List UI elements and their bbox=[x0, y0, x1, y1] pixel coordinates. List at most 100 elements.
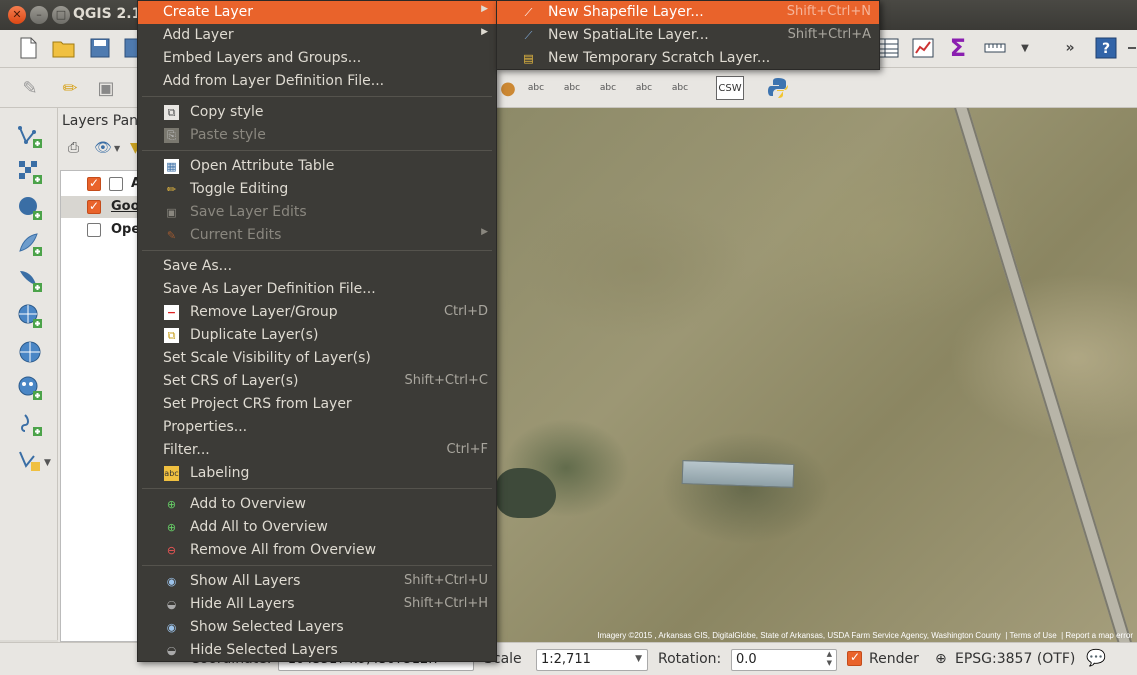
menu-item-save-as[interactable]: Save As... bbox=[138, 255, 496, 278]
menu-item-set-scale-visibility[interactable]: Set Scale Visibility of Layer(s) bbox=[138, 347, 496, 370]
csw-icon[interactable]: CSW bbox=[716, 76, 744, 100]
layer-visibility-checkbox[interactable] bbox=[87, 176, 101, 191]
menu-item-label: Set Scale Visibility of Layer(s) bbox=[163, 350, 371, 366]
menu-item-label: Filter... bbox=[163, 442, 210, 458]
minimize-window-button[interactable]: – bbox=[30, 6, 48, 24]
digitize-icon[interactable]: ✎ bbox=[18, 76, 42, 100]
layer-visibility-checkbox[interactable] bbox=[87, 199, 101, 214]
add-group-icon[interactable]: ⎙ bbox=[68, 140, 79, 156]
label-abc-icon-4[interactable]: abc bbox=[632, 76, 656, 100]
label-tool-icon[interactable]: ● bbox=[496, 76, 520, 100]
label-abc-icon-1[interactable]: abc bbox=[524, 76, 548, 100]
chevron-down-icon[interactable]: ▼ bbox=[635, 654, 642, 664]
toggle-editing-toolbar-icon[interactable]: ✏ bbox=[58, 76, 82, 100]
eye-icon[interactable]: 👁 bbox=[94, 140, 112, 156]
menu-item-save-layer-edits[interactable]: ▣ Save Layer Edits bbox=[138, 201, 496, 224]
label-abc-icon-3[interactable]: abc bbox=[596, 76, 620, 100]
render-checkbox[interactable] bbox=[847, 650, 862, 666]
menu-item-shortcut: Ctrl+F bbox=[446, 442, 488, 457]
python-console-icon[interactable] bbox=[766, 76, 790, 100]
menu-item-labeling[interactable]: abc Labeling bbox=[138, 462, 496, 485]
chevron-down-icon[interactable]: ▼ bbox=[44, 458, 51, 468]
eye-icon: ◉ bbox=[166, 575, 177, 588]
copy-style-icon: ⧉ bbox=[164, 105, 179, 120]
layer-visibility-checkbox[interactable] bbox=[87, 223, 101, 237]
close-window-button[interactable]: ✕ bbox=[8, 6, 26, 24]
menu-item-label: Add to Overview bbox=[190, 496, 306, 512]
submenu-item-new-temporary-scratch[interactable]: ▤ New Temporary Scratch Layer... bbox=[497, 47, 879, 70]
menu-item-remove-layer[interactable]: − Remove Layer/Group Ctrl+D bbox=[138, 301, 496, 324]
menu-item-duplicate-layer[interactable]: ⧉ Duplicate Layer(s) bbox=[138, 324, 496, 347]
menu-item-set-project-crs[interactable]: Set Project CRS from Layer bbox=[138, 393, 496, 416]
toolbar-overflow-icon[interactable]: » bbox=[1058, 36, 1082, 60]
menu-item-remove-all-from-overview[interactable]: ⊖ Remove All from Overview bbox=[138, 539, 496, 562]
report-map-error-link[interactable]: Report a map error bbox=[1065, 631, 1133, 640]
menu-item-show-selected-layers[interactable]: ◉ Show Selected Layers bbox=[138, 616, 496, 639]
menu-item-add-from-definition[interactable]: Add from Layer Definition File... bbox=[138, 70, 496, 93]
add-spatialite-layer-icon[interactable] bbox=[16, 230, 44, 258]
menu-item-show-all-layers[interactable]: ◉ Show All Layers Shift+Ctrl+U bbox=[138, 570, 496, 593]
chevron-down-icon[interactable]: ▼ bbox=[1013, 36, 1037, 60]
minimize-icon[interactable] bbox=[1120, 36, 1137, 60]
menu-item-label: Duplicate Layer(s) bbox=[190, 327, 319, 343]
layer-row[interactable]: A bbox=[61, 173, 141, 195]
add-mssql-layer-icon[interactable] bbox=[16, 266, 44, 294]
menu-item-hide-selected-layers[interactable]: ◒ Hide Selected Layers bbox=[138, 639, 496, 662]
add-delimited-text-layer-icon[interactable] bbox=[16, 410, 44, 438]
menu-item-set-crs[interactable]: Set CRS of Layer(s) Shift+Ctrl+C bbox=[138, 370, 496, 393]
help-icon[interactable]: ? bbox=[1094, 36, 1118, 60]
measure-icon[interactable] bbox=[983, 36, 1007, 60]
menu-item-add-to-overview[interactable]: ⊕ Add to Overview bbox=[138, 493, 496, 516]
add-wms-layer-icon[interactable] bbox=[16, 302, 44, 330]
menu-item-label: Labeling bbox=[190, 465, 250, 481]
menu-item-open-attribute-table[interactable]: ▦ Open Attribute Table bbox=[138, 155, 496, 178]
save-edits-toolbar-icon[interactable]: ▣ bbox=[94, 76, 118, 100]
maximize-window-button[interactable]: □ bbox=[52, 6, 70, 24]
add-postgis-layer-icon[interactable] bbox=[16, 194, 44, 222]
menu-item-label: Copy style bbox=[190, 104, 264, 120]
menu-item-add-all-to-overview[interactable]: ⊕ Add All to Overview bbox=[138, 516, 496, 539]
new-vector-layer-icon[interactable] bbox=[16, 446, 44, 474]
menu-item-properties[interactable]: Properties... bbox=[138, 416, 496, 439]
layer-row[interactable]: Goo bbox=[61, 196, 141, 218]
save-project-icon[interactable] bbox=[88, 36, 112, 60]
open-project-icon[interactable] bbox=[52, 36, 76, 60]
menu-item-hide-all-layers[interactable]: ◒ Hide All Layers Shift+Ctrl+H bbox=[138, 593, 496, 616]
spinbox-arrows-icon[interactable]: ▲ ▼ bbox=[827, 650, 832, 668]
new-project-icon[interactable] bbox=[16, 36, 40, 60]
layer-row[interactable]: Ope bbox=[61, 219, 141, 241]
sum-icon[interactable]: Σ bbox=[946, 34, 970, 62]
menu-item-create-layer[interactable]: Create Layer ▶ bbox=[138, 1, 496, 24]
submenu-item-new-spatialite[interactable]: ⟋ New SpatiaLite Layer... Shift+Ctrl+A bbox=[497, 24, 879, 47]
add-raster-layer-icon[interactable] bbox=[16, 158, 44, 186]
add-vector-layer-icon[interactable] bbox=[16, 122, 44, 150]
menu-item-add-layer[interactable]: Add Layer ▶ bbox=[138, 24, 496, 47]
menu-item-paste-style[interactable]: ⎘ Paste style bbox=[138, 124, 496, 147]
rotation-value: 0.0 bbox=[736, 652, 757, 667]
submenu-item-new-shapefile[interactable]: ⟋ New Shapefile Layer... Shift+Ctrl+N bbox=[497, 1, 879, 24]
new-scratch-layer-icon: ▤ bbox=[523, 52, 534, 65]
menu-item-copy-style[interactable]: ⧉ Copy style bbox=[138, 101, 496, 124]
rotation-spinbox[interactable]: 0.0 ▲ ▼ bbox=[731, 649, 837, 671]
messages-icon[interactable]: 💬 bbox=[1086, 648, 1106, 667]
add-wfs-layer-icon[interactable] bbox=[16, 374, 44, 402]
crs-button[interactable]: EPSG:3857 (OTF) bbox=[955, 651, 1075, 667]
globe-icon[interactable]: ⊕ bbox=[935, 651, 947, 667]
chevron-down-icon[interactable]: ▼ bbox=[114, 144, 120, 153]
map-building bbox=[681, 460, 795, 488]
menu-item-filter[interactable]: Filter... Ctrl+F bbox=[138, 439, 496, 462]
scale-combobox[interactable]: 1:2,711 ▼ bbox=[536, 649, 648, 671]
window-controls: ✕ – □ bbox=[8, 6, 70, 24]
menu-item-toggle-editing[interactable]: ✏ Toggle Editing bbox=[138, 178, 496, 201]
data-source-toolbar: ▼ bbox=[0, 108, 58, 640]
menu-item-embed-layers[interactable]: Embed Layers and Groups... bbox=[138, 47, 496, 70]
label-abc-icon-5[interactable]: abc bbox=[668, 76, 692, 100]
layer-type-checkbox[interactable] bbox=[109, 177, 123, 191]
statistics-icon[interactable] bbox=[911, 36, 935, 60]
map-canvas[interactable]: Imagery ©2015 , Arkansas GIS, DigitalGlo… bbox=[496, 108, 1137, 642]
menu-item-current-edits[interactable]: ✎ Current Edits ▶ bbox=[138, 224, 496, 247]
add-wcs-layer-icon[interactable] bbox=[16, 338, 44, 366]
terms-of-use-link[interactable]: Terms of Use bbox=[1010, 631, 1057, 640]
label-abc-icon-2[interactable]: abc bbox=[560, 76, 584, 100]
menu-item-save-as-definition[interactable]: Save As Layer Definition File... bbox=[138, 278, 496, 301]
